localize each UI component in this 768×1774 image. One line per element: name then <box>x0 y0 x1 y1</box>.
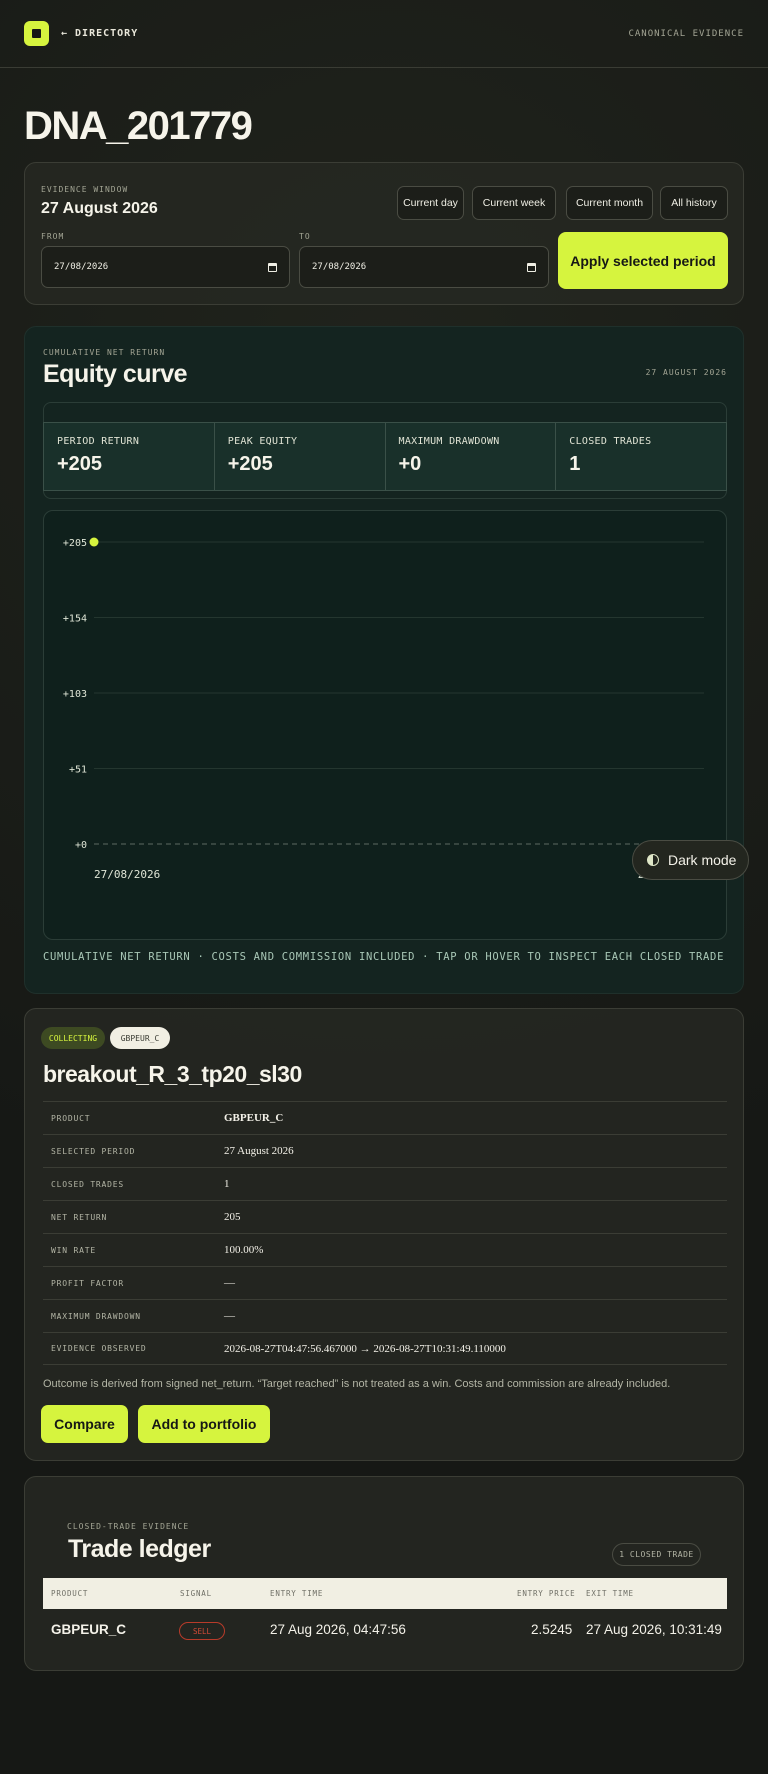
from-date-input[interactable]: 27/08/2026 <box>41 246 290 288</box>
from-label: FROM <box>41 232 65 241</box>
detail-value: 100.00% <box>224 1244 264 1256</box>
calendar-icon[interactable] <box>527 262 536 272</box>
stats-row: PERIOD RETURN +205 PEAK EQUITY +205 MAXI… <box>43 422 727 491</box>
y-tick-label: +103 <box>63 689 87 700</box>
evidence-window-kicker: EVIDENCE WINDOW <box>41 185 129 194</box>
stat-label: CLOSED TRADES <box>569 436 652 447</box>
detail-row: EVIDENCE OBSERVED 2026-08-27T04:47:56.467… <box>43 1332 727 1365</box>
detail-row: WIN RATE 100.00% <box>43 1233 727 1266</box>
stat-value: 1 <box>569 453 581 475</box>
strategy-name: breakout_R_3_tp20_sl30 <box>43 1061 302 1087</box>
apply-period-button[interactable]: Apply selected period <box>558 232 728 289</box>
page-title: DNA_201779 <box>24 104 253 148</box>
strategy-card: COLLECTING GBPEUR_C breakout_R_3_tp20_sl… <box>24 1008 744 1461</box>
detail-key: CLOSED TRADES <box>51 1179 125 1189</box>
cell-entry-time: 27 Aug 2026, 04:47:56 <box>270 1622 406 1637</box>
detail-row: SELECTED PERIOD 27 August 2026 <box>43 1134 727 1167</box>
y-tick-label: +154 <box>63 614 87 625</box>
y-tick-label: +205 <box>63 538 87 549</box>
stat-value: +205 <box>227 453 273 475</box>
detail-value: GBPEUR_C <box>224 1112 284 1124</box>
strategy-details-table: PRODUCT GBPEUR_C SELECTED PERIOD 27 August … <box>43 1101 727 1365</box>
closed-trade-count-badge: 1 CLOSED TRADE <box>612 1543 701 1566</box>
to-date-value: 27/08/2026 <box>312 262 367 272</box>
stat-period-return: PERIOD RETURN +205 <box>44 423 215 490</box>
detail-key: MAXIMUM DRAWDOWN <box>51 1311 141 1321</box>
current-month-button[interactable]: Current month <box>566 186 653 220</box>
column-header-exit-time: EXIT TIME <box>586 1589 634 1598</box>
stat-peak-equity: PEAK EQUITY +205 <box>215 423 386 490</box>
ledger-kicker: CLOSED-TRADE EVIDENCE <box>67 1522 190 1531</box>
trade-ledger-card: CLOSED-TRADE EVIDENCE Trade ledger 1 CLO… <box>24 1476 744 1671</box>
column-header-entry-price: ENTRY PRICE <box>517 1589 576 1598</box>
equity-kicker: CUMULATIVE NET RETURN <box>43 348 166 357</box>
cell-entry-price: 2.5245 <box>531 1622 573 1637</box>
detail-value: 27 August 2026 <box>224 1145 294 1157</box>
column-header-entry-time: ENTRY TIME <box>270 1589 324 1598</box>
x-tick-label: 27/08/2026 <box>94 868 160 881</box>
detail-value: — <box>224 1310 235 1322</box>
table-row[interactable]: GBPEUR_C SELL 27 Aug 2026, 04:47:56 2.52… <box>43 1609 727 1653</box>
stat-maximum-drawdown: MAXIMUM DRAWDOWN +0 <box>386 423 557 490</box>
evidence-window-date: 27 August 2026 <box>41 200 158 217</box>
equity-chart-svg[interactable]: +205+154+103+51+027/08/202627/08/2026 <box>44 511 727 940</box>
status-badge: COLLECTING <box>41 1027 105 1049</box>
from-date-value: 27/08/2026 <box>54 262 109 272</box>
to-date-input[interactable]: 27/08/2026 <box>299 246 549 288</box>
detail-row: PRODUCT GBPEUR_C <box>43 1101 727 1134</box>
y-tick-label: +0 <box>75 840 87 851</box>
y-tick-label: +51 <box>69 765 87 776</box>
theme-icon <box>647 854 659 866</box>
cell-exit-time: 27 Aug 2026, 10:31:49 <box>586 1622 722 1637</box>
detail-value: 1 <box>224 1178 230 1190</box>
to-label: TO <box>299 232 311 241</box>
stat-value: +0 <box>398 453 422 475</box>
outcome-note: Outcome is derived from signed net_retur… <box>43 1378 671 1390</box>
detail-key: SELECTED PERIOD <box>51 1146 136 1156</box>
current-week-button[interactable]: Current week <box>472 186 556 220</box>
detail-key: WIN RATE <box>51 1245 96 1255</box>
chart-caption: CUMULATIVE NET RETURN · COSTS AND COMMIS… <box>43 951 725 963</box>
logo-icon[interactable] <box>24 21 49 46</box>
detail-key: PRODUCT <box>51 1113 91 1123</box>
product-badge: GBPEUR_C <box>110 1027 170 1049</box>
stat-closed-trades: CLOSED TRADES 1 <box>556 423 726 490</box>
column-header-signal: SIGNAL <box>180 1589 212 1598</box>
back-to-directory-link[interactable]: ← DIRECTORY <box>61 28 138 39</box>
equity-date: 27 AUGUST 2026 <box>645 368 727 377</box>
detail-key: EVIDENCE OBSERVED <box>51 1344 147 1353</box>
canonical-evidence-label: CANONICAL EVIDENCE <box>628 28 744 39</box>
detail-key: PROFIT FACTOR <box>51 1278 125 1288</box>
cell-product: GBPEUR_C <box>51 1622 127 1637</box>
column-header-product: PRODUCT <box>51 1589 89 1598</box>
stat-label: PERIOD RETURN <box>57 436 140 447</box>
all-history-button[interactable]: All history <box>660 186 728 220</box>
calendar-icon[interactable] <box>268 262 277 272</box>
equity-title: Equity curve <box>43 360 188 388</box>
dark-mode-label: Dark mode <box>668 852 737 868</box>
detail-row: MAXIMUM DRAWDOWN — <box>43 1299 727 1332</box>
detail-key: NET RETURN <box>51 1212 108 1222</box>
detail-value: — <box>224 1277 235 1289</box>
equity-chart[interactable]: +205+154+103+51+027/08/202627/08/2026 <box>43 510 727 940</box>
detail-value: 205 <box>224 1211 241 1223</box>
detail-row: PROFIT FACTOR — <box>43 1266 727 1299</box>
dark-mode-toggle[interactable]: Dark mode <box>632 840 749 880</box>
add-to-portfolio-button[interactable]: Add to portfolio <box>138 1405 270 1443</box>
top-bar: ← DIRECTORY CANONICAL EVIDENCE <box>0 0 768 68</box>
detail-row: CLOSED TRADES 1 <box>43 1167 727 1200</box>
ledger-title: Trade ledger <box>68 1535 211 1563</box>
detail-row: NET RETURN 205 <box>43 1200 727 1233</box>
equity-data-point[interactable] <box>89 537 99 547</box>
compare-button[interactable]: Compare <box>41 1405 128 1443</box>
signal-badge: SELL <box>179 1622 225 1640</box>
ledger-header: PRODUCT SIGNAL ENTRY TIME ENTRY PRICE EX… <box>43 1578 727 1609</box>
evidence-window-card: EVIDENCE WINDOW 27 August 2026 Current d… <box>24 162 744 305</box>
equity-curve-card: CUMULATIVE NET RETURN Equity curve 27 AU… <box>24 326 744 994</box>
current-day-button[interactable]: Current day <box>397 186 464 220</box>
stat-label: PEAK EQUITY <box>227 436 298 447</box>
stat-value: +205 <box>57 453 103 475</box>
detail-value: 2026-08-27T04:47:56.467000 → 2026-08-27T… <box>224 1342 506 1355</box>
stat-label: MAXIMUM DRAWDOWN <box>398 436 500 447</box>
